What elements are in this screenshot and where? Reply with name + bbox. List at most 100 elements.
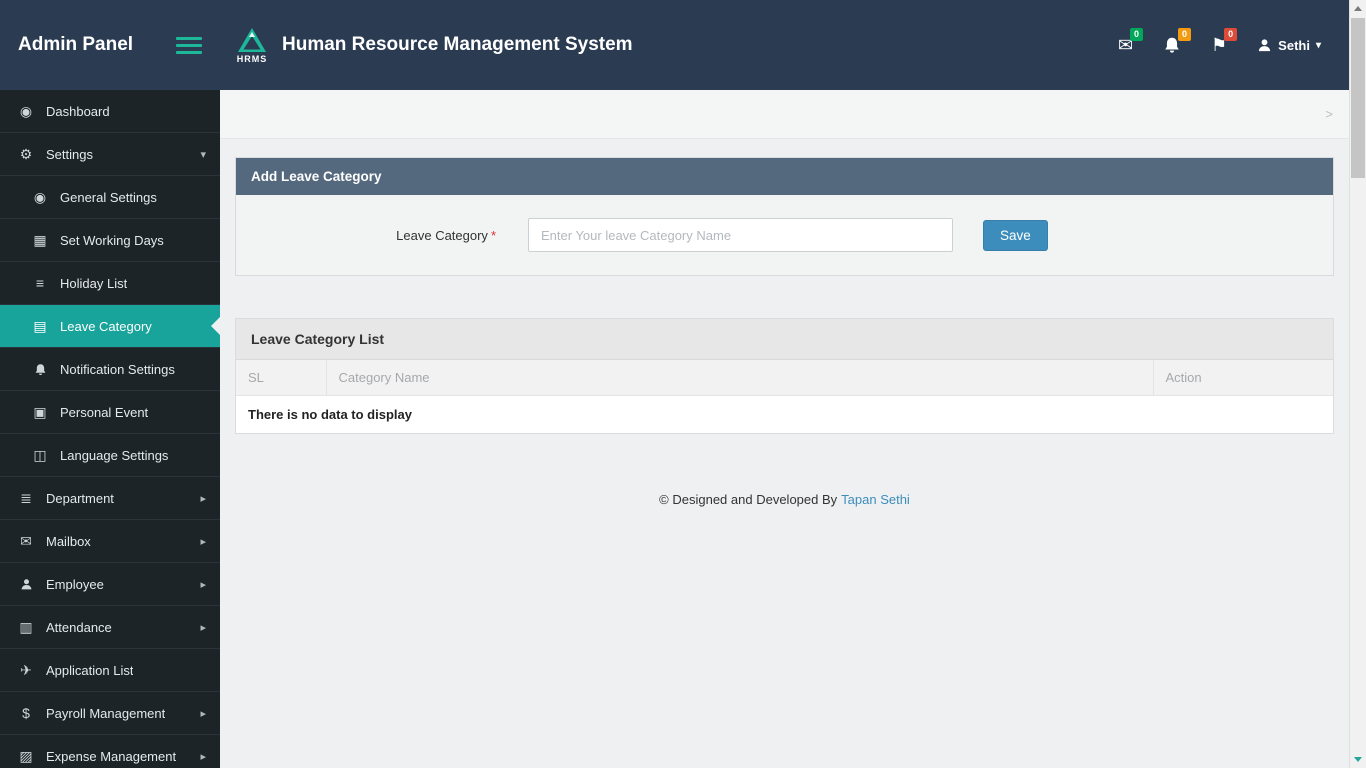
envelope-icon: ✉ <box>20 532 32 549</box>
user-icon <box>1257 38 1272 53</box>
required-asterisk: * <box>490 227 496 243</box>
page-footer: © Designed and Developed By Tapan Sethi <box>235 492 1334 507</box>
sidebar-item-label: Language Settings <box>60 447 169 463</box>
sidebar-item-general-settings[interactable]: ◉ General Settings <box>0 176 220 219</box>
paper-plane-icon: ✈ <box>20 661 32 678</box>
user-menu[interactable]: Sethi ▾ <box>1257 38 1321 53</box>
sidebar-item-payroll-management[interactable]: $ Payroll Management ▸ <box>0 692 220 735</box>
reports-button[interactable]: ⚑ 0 <box>1211 28 1238 54</box>
hamburger-menu-icon[interactable] <box>176 36 202 54</box>
breadcrumb: > <box>220 90 1349 139</box>
language-icon: ◫ <box>33 446 47 463</box>
page-title: Human Resource Management System <box>282 34 633 55</box>
sidebar-item-label: Department <box>46 490 114 506</box>
chevron-right-icon: ▸ <box>200 535 206 548</box>
sidebar-item-label: Set Working Days <box>60 232 164 248</box>
dollar-icon: $ <box>22 705 30 721</box>
gears-icon: ⚙ <box>19 145 33 162</box>
reports-badge: 0 <box>1224 28 1238 41</box>
column-header-sl: SL <box>236 360 327 396</box>
bell-icon <box>28 363 52 376</box>
messages-badge: 0 <box>1130 28 1144 41</box>
user-icon <box>14 578 38 591</box>
chevron-down-icon: ▾ <box>200 148 206 161</box>
sidebar-item-language-settings[interactable]: ◫ Language Settings <box>0 434 220 477</box>
breadcrumb-chevron: > <box>1325 106 1333 122</box>
vertical-scrollbar[interactable] <box>1349 0 1366 768</box>
chevron-right-icon: ▸ <box>200 750 206 763</box>
empty-state-text: There is no data to display <box>236 395 1333 433</box>
list-add-icon: ≣ <box>20 489 32 506</box>
topbar-icons: ✉ 0 0 ⚑ 0 Sethi ▾ <box>1118 28 1349 54</box>
sidebar-item-label: Mailbox <box>46 533 91 549</box>
sidebar-item-attendance[interactable]: ▥ Attendance ▸ <box>0 606 220 649</box>
notifications-button[interactable]: 0 <box>1163 28 1192 54</box>
scroll-down-arrow-icon[interactable] <box>1350 751 1366 768</box>
money-icon: ▨ <box>19 747 33 764</box>
sidebar-item-notification-settings[interactable]: Notification Settings <box>0 348 220 391</box>
admin-panel-title: Admin Panel <box>18 34 134 55</box>
logo-triangle-icon <box>238 27 266 52</box>
sidebar-item-employee[interactable]: Employee ▸ <box>0 563 220 606</box>
sidebar-item-mailbox[interactable]: ✉ Mailbox ▸ <box>0 520 220 563</box>
sidebar-item-label: Application List <box>46 662 134 678</box>
main-content: > Add Leave Category Leave Category* Sav… <box>220 90 1349 768</box>
author-link[interactable]: Tapan Sethi <box>841 492 910 507</box>
dashboard-icon: ◉ <box>19 102 33 119</box>
panel-title: Leave Category List <box>236 319 1333 360</box>
chevron-right-icon: ▸ <box>200 707 206 720</box>
leave-category-list-panel: Leave Category List SL Category Name Act… <box>235 318 1334 434</box>
sidebar-item-label: Leave Category <box>60 318 152 334</box>
leave-category-input[interactable] <box>528 218 953 252</box>
chevron-down-icon: ▾ <box>1315 39 1321 51</box>
sidebar-item-settings[interactable]: ⚙ Settings ▾ <box>0 133 220 176</box>
scroll-up-arrow-icon[interactable] <box>1350 0 1366 17</box>
file-icon: ▥ <box>19 618 33 635</box>
sidebar-item-label: Settings <box>46 146 93 162</box>
leave-category-table: SL Category Name Action There is no data… <box>236 360 1333 433</box>
chevron-right-icon: ▸ <box>200 578 206 591</box>
leave-category-label: Leave Category * <box>256 228 496 243</box>
sidebar-item-personal-event[interactable]: ▣ Personal Event <box>0 391 220 434</box>
table-icon: ▤ <box>33 317 47 334</box>
sidebar-item-dashboard[interactable]: ◉ Dashboard <box>0 90 220 133</box>
panel-title: Add Leave Category <box>236 158 1333 195</box>
sidebar-item-label: Expense Management <box>46 748 177 764</box>
table-row: There is no data to display <box>236 395 1333 433</box>
column-header-category-name: Category Name <box>326 360 1154 396</box>
chevron-right-icon: ▸ <box>200 492 206 505</box>
sidebar-item-set-working-days[interactable]: ▦ Set Working Days <box>0 219 220 262</box>
sidebar-item-label: Payroll Management <box>46 705 166 721</box>
sidebar-item-application-list[interactable]: ✈ Application List <box>0 649 220 692</box>
note-icon: ▣ <box>33 403 47 420</box>
sidebar-item-label: Notification Settings <box>60 361 175 377</box>
sidebar-item-leave-category[interactable]: ▤ Leave Category <box>0 305 220 348</box>
sidebar-item-label: General Settings <box>60 189 157 205</box>
user-name: Sethi <box>1278 37 1310 53</box>
footer-text: © Designed and Developed By <box>659 492 838 507</box>
scrollbar-thumb[interactable] <box>1351 18 1365 178</box>
sidebar-nav: ◉ Dashboard ⚙ Settings ▾ ◉ General Setti… <box>0 90 220 768</box>
save-button[interactable]: Save <box>983 219 1048 251</box>
gauge-icon: ◉ <box>33 188 47 205</box>
notifications-badge: 0 <box>1178 28 1192 41</box>
sidebar-item-label: Attendance <box>46 619 112 635</box>
chevron-right-icon: ▸ <box>200 621 206 634</box>
sidebar-item-label: Holiday List <box>60 275 128 291</box>
sidebar-item-label: Dashboard <box>46 103 110 119</box>
sidebar-item-label: Employee <box>46 576 104 592</box>
sidebar-item-department[interactable]: ≣ Department ▸ <box>0 477 220 520</box>
messages-button[interactable]: ✉ 0 <box>1118 28 1144 54</box>
sidebar-item-expense-management[interactable]: ▨ Expense Management ▸ <box>0 735 220 768</box>
add-leave-category-panel: Add Leave Category Leave Category* Save <box>235 157 1334 276</box>
field-label-text: Leave Category <box>396 227 488 243</box>
logo-text: HRMS <box>236 53 268 64</box>
app-brand: HRMS Human Resource Management System <box>236 27 633 64</box>
sidebar-item-holiday-list[interactable]: ≡ Holiday List <box>0 262 220 305</box>
list-icon: ≡ <box>35 275 45 291</box>
topbar: Admin Panel HRMS Human Resource Manageme… <box>0 0 1349 90</box>
calendar-icon: ▦ <box>33 231 47 248</box>
sidebar-item-label: Personal Event <box>60 404 149 420</box>
hrms-logo: HRMS <box>236 27 268 64</box>
column-header-action: Action <box>1153 360 1333 396</box>
